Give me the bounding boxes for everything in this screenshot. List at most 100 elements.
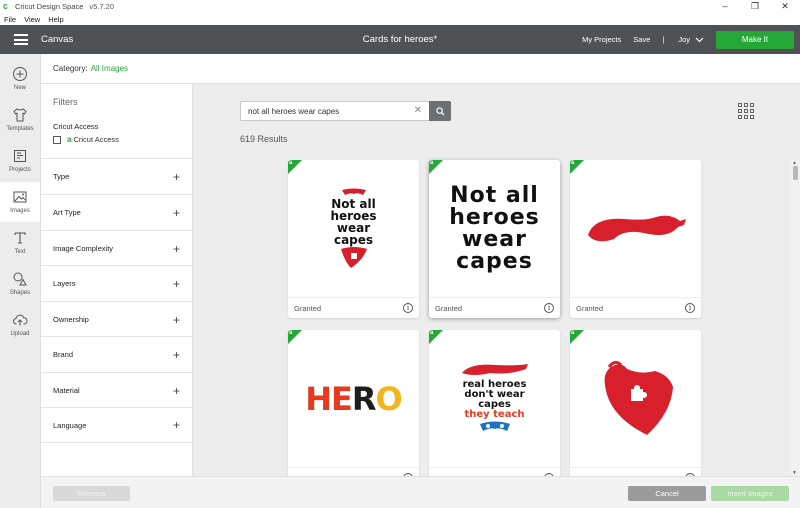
- category-label: Category:: [53, 64, 88, 73]
- clear-search-icon[interactable]: ✕: [414, 105, 422, 116]
- red-cape-mask-art: [587, 215, 686, 241]
- filters-panel: Filters Cricut Access a Cricut Access Ty…: [41, 84, 193, 476]
- filter-layers[interactable]: Layers +: [41, 265, 192, 301]
- expand-plus-icon: +: [172, 205, 180, 220]
- image-card[interactable]: real heroes don't wear capes they teach …: [429, 330, 560, 476]
- remove-button[interactable]: Remove: [53, 486, 130, 501]
- art-text: wear: [336, 220, 371, 235]
- cricut-access-icon: a: [67, 135, 72, 144]
- info-icon[interactable]: i: [685, 303, 695, 313]
- user-name: Joy: [678, 35, 690, 44]
- expand-plus-icon: +: [172, 276, 180, 291]
- access-flag-icon: a: [571, 330, 575, 336]
- filter-language[interactable]: Language +: [41, 407, 192, 443]
- mask-art: [341, 188, 366, 195]
- art-text: they teach: [464, 408, 525, 420]
- hamburger-menu-icon[interactable]: [14, 34, 28, 45]
- search-button[interactable]: [429, 101, 451, 121]
- cricut-access-option[interactable]: a Cricut Access: [53, 135, 119, 144]
- cancel-button[interactable]: Cancel: [628, 486, 706, 501]
- menu-help[interactable]: Help: [48, 15, 63, 24]
- search-input[interactable]: [241, 106, 406, 116]
- image-card[interactable]: a i: [570, 330, 701, 476]
- expand-plus-icon: +: [172, 347, 180, 362]
- insert-images-button[interactable]: Insert Images: [711, 486, 789, 501]
- filter-art-type[interactable]: Art Type +: [41, 194, 192, 230]
- close-icon[interactable]: ✕: [770, 0, 800, 13]
- shirt-icon: [13, 108, 27, 122]
- access-flag-icon: a: [289, 160, 293, 166]
- cape-art: [461, 363, 528, 375]
- minimize-icon[interactable]: –: [710, 0, 740, 13]
- art-text: heroes: [330, 208, 377, 223]
- image-card[interactable]: Not all heroes wear capes a Granted i: [429, 160, 560, 318]
- cricut-logo-icon: c: [3, 1, 9, 11]
- rail-item-shapes[interactable]: Shapes: [0, 264, 40, 304]
- category-bar: Category: All Images: [41, 54, 800, 84]
- filter-label: Art Type: [53, 208, 81, 217]
- projects-icon: [14, 150, 26, 162]
- canvas-label[interactable]: Canvas: [41, 34, 73, 45]
- filter-material[interactable]: Material +: [41, 372, 192, 408]
- menu-view[interactable]: View: [24, 15, 40, 24]
- art-text: capes: [478, 398, 511, 410]
- hero-word-art: HERO: [305, 379, 402, 418]
- rail-label: New: [13, 85, 26, 91]
- user-menu[interactable]: Joy: [678, 35, 704, 44]
- rail-item-images[interactable]: Images: [0, 182, 40, 222]
- cricut-access-option-label: Cricut Access: [73, 135, 119, 144]
- window-titlebar: c Cricut Design Space v5.7.20 – ❐ ✕: [0, 0, 800, 13]
- filter-label: Image Complexity: [53, 244, 114, 253]
- mask-art: [479, 421, 510, 431]
- art-text: don't wear: [464, 388, 525, 400]
- gallery-scrollbar[interactable]: ▲ ▼: [791, 160, 800, 476]
- info-icon[interactable]: i: [403, 303, 413, 313]
- image-thumbnail: Not all heroes wear capes: [429, 160, 560, 297]
- plus-circle-icon: [13, 67, 27, 81]
- make-it-button[interactable]: Make It: [716, 30, 794, 49]
- menu-file[interactable]: File: [4, 15, 16, 24]
- rail-item-text[interactable]: Text: [0, 223, 40, 263]
- filter-type[interactable]: Type +: [41, 158, 192, 194]
- art-text: wear: [462, 226, 527, 252]
- image-thumbnail: [570, 330, 701, 467]
- red-cape-puzzle-art: [604, 360, 673, 435]
- rail-label: Projects: [9, 167, 31, 173]
- rail-label: Text: [14, 249, 26, 255]
- search-box: ✕: [240, 101, 451, 121]
- images-icon: [13, 191, 27, 203]
- image-thumbnail: Not all heroes wear capes: [288, 160, 419, 297]
- grid-view-icon[interactable]: [738, 103, 754, 119]
- filter-label: Language: [53, 420, 87, 430]
- filter-ownership[interactable]: Ownership +: [41, 301, 192, 337]
- filter-image-complexity[interactable]: Image Complexity +: [41, 230, 192, 266]
- rail-item-new[interactable]: New: [0, 59, 40, 99]
- app-version: v5.7.20: [89, 2, 114, 11]
- upload-cloud-icon: [13, 314, 28, 326]
- image-thumbnail: [570, 160, 701, 297]
- tool-rail: New Templates Projects Images Text Shape…: [0, 54, 41, 508]
- image-card[interactable]: Not all heroes wear capes a Granted i: [288, 160, 419, 318]
- window-controls: – ❐ ✕: [710, 0, 800, 13]
- my-projects-link[interactable]: My Projects: [582, 35, 621, 44]
- image-thumbnail: real heroes don't wear capes they teach: [429, 330, 560, 467]
- app-header: Canvas Cards for heroes* My Projects Sav…: [0, 25, 800, 54]
- cricut-access-checkbox[interactable]: [53, 135, 61, 144]
- image-card[interactable]: a Granted i: [570, 160, 701, 318]
- category-value[interactable]: All Images: [91, 64, 128, 73]
- rail-item-templates[interactable]: Templates: [0, 100, 40, 140]
- rail-label: Upload: [10, 331, 30, 337]
- save-link[interactable]: Save: [633, 35, 650, 44]
- image-card[interactable]: HERO a i: [288, 330, 419, 476]
- chevron-down-icon: [695, 37, 704, 42]
- info-icon[interactable]: i: [544, 303, 554, 313]
- filter-brand[interactable]: Brand +: [41, 336, 192, 372]
- access-flag-icon: a: [289, 330, 293, 336]
- card-status: Granted: [435, 303, 463, 313]
- rail-item-upload[interactable]: Upload: [0, 305, 40, 345]
- card-status: Granted: [576, 303, 604, 313]
- scrollbar-thumb[interactable]: [793, 166, 798, 180]
- rail-item-projects[interactable]: Projects: [0, 141, 40, 181]
- access-flag-icon: a: [571, 160, 575, 166]
- restore-icon[interactable]: ❐: [740, 0, 770, 13]
